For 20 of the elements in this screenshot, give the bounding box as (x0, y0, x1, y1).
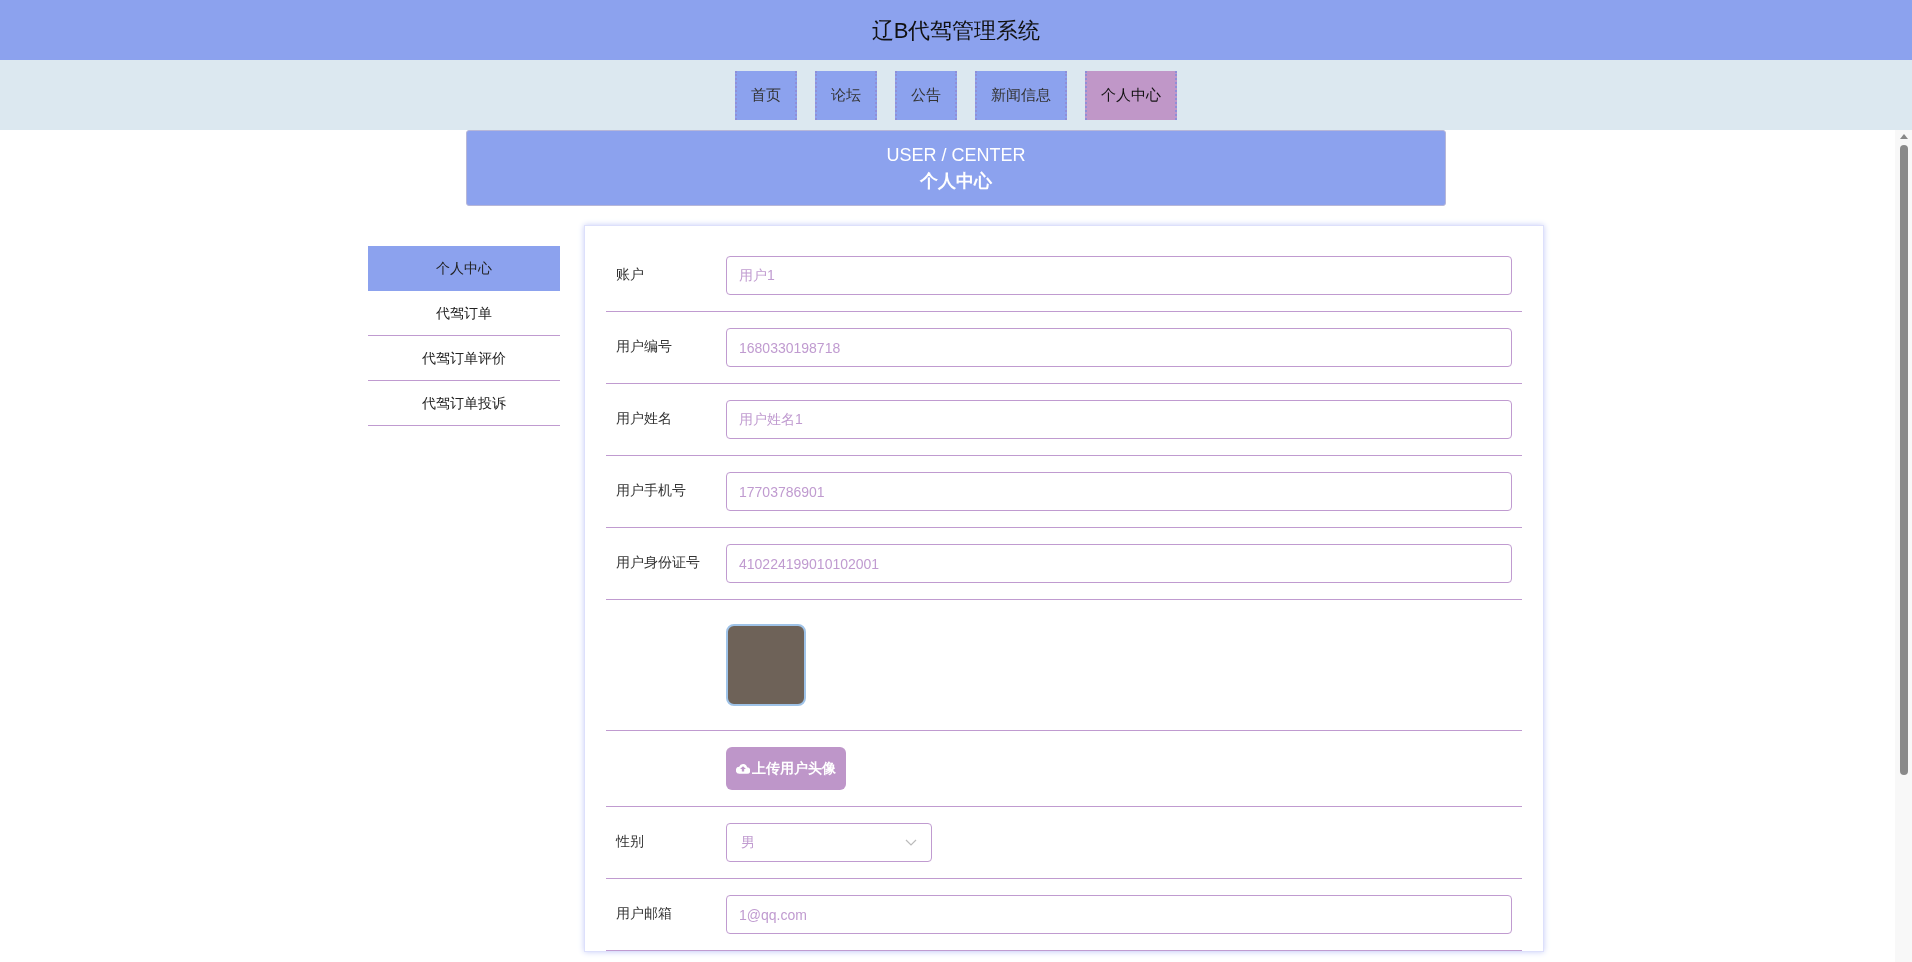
nav-tab[interactable]: 个人中心 (1085, 70, 1177, 120)
banner-title: 个人中心 (920, 170, 992, 193)
nav-tab[interactable]: 论坛 (815, 70, 877, 120)
scrollbar[interactable] (1895, 130, 1912, 962)
field-label: 用户邮箱 (616, 904, 673, 923)
nav-tab[interactable]: 首页 (735, 70, 797, 120)
field-label: 用户姓名 (616, 409, 673, 428)
field-label: 用户编号 (616, 337, 673, 356)
scrollbar-thumb[interactable] (1899, 145, 1908, 775)
cloud-upload-icon (736, 763, 750, 774)
field-label: 账户 (616, 265, 645, 284)
field-label: 用户手机号 (616, 481, 687, 500)
sidebar-item[interactable]: 个人中心 (368, 246, 560, 291)
nav-tab[interactable]: 公告 (895, 70, 957, 120)
field-label: 性别 (616, 832, 645, 851)
chevron-down-icon (905, 838, 917, 847)
nav-tab[interactable]: 新闻信息 (975, 70, 1067, 120)
field-label: 用户身份证号 (616, 553, 701, 572)
app-title: 辽B代驾管理系统 (871, 16, 1041, 45)
banner-subtitle: USER / CENTER (886, 144, 1026, 167)
